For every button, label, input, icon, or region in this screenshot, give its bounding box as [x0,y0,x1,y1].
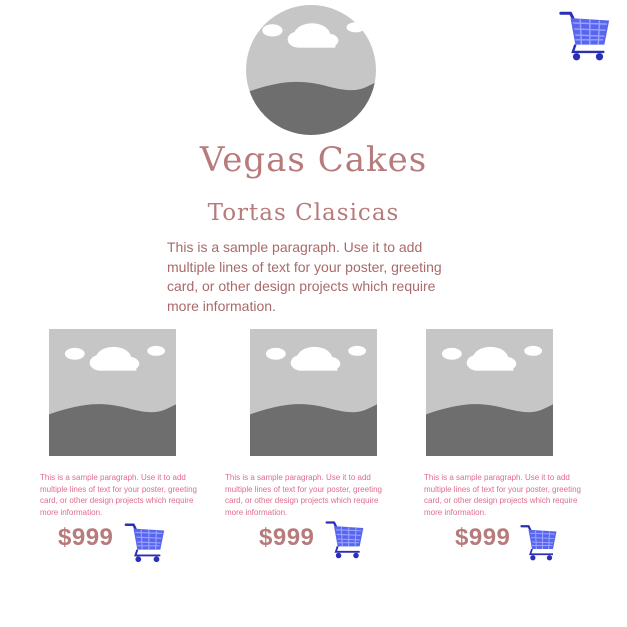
shopping-cart-icon [122,517,168,567]
image-placeholder-icon [246,5,376,135]
product-card: This is a sample paragraph. Use it to ad… [38,329,218,569]
product-description: This is a sample paragraph. Use it to ad… [225,473,382,517]
shopping-cart-icon [556,4,614,66]
logo-image [246,5,376,135]
product-card: This is a sample paragraph. Use it to ad… [422,329,602,569]
add-to-cart-button[interactable] [518,519,560,565]
image-placeholder-icon [250,329,377,456]
product-price: $999 [58,524,114,551]
section-intro: This is a sample paragraph. Use it to ad… [167,239,442,314]
product-image [426,329,553,456]
product-price: $999 [259,524,315,551]
add-to-cart-button[interactable] [122,517,168,567]
image-placeholder-icon [49,329,176,456]
shopping-cart-icon [323,515,367,563]
product-card: This is a sample paragraph. Use it to ad… [224,329,404,569]
add-to-cart-button[interactable] [323,515,367,563]
product-image [250,329,377,456]
product-image [49,329,176,456]
product-description: This is a sample paragraph. Use it to ad… [424,473,581,517]
image-placeholder-icon [426,329,553,456]
product-price: $999 [455,524,511,551]
brand-title: Vegas Cakes [199,140,428,180]
shopping-cart-icon [518,519,560,565]
product-description: This is a sample paragraph. Use it to ad… [40,473,197,517]
section-title: Tortas Clasicas [207,200,400,226]
header-cart-button[interactable] [556,4,614,66]
